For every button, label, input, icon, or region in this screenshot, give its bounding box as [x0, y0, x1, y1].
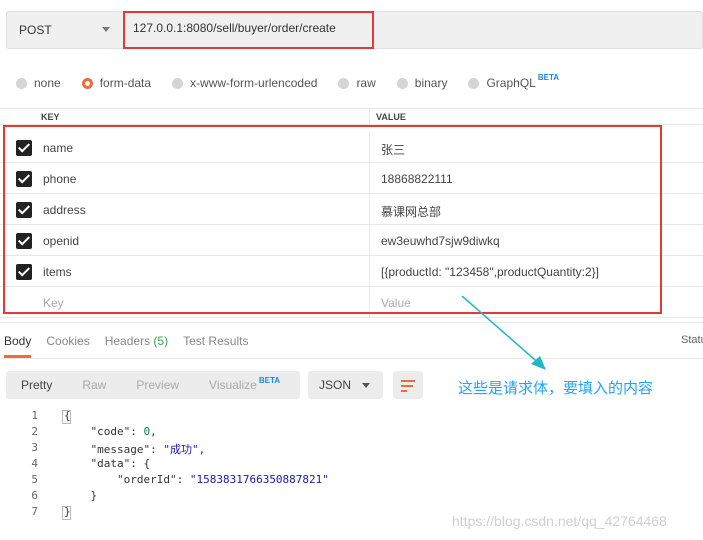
json-key: "code"	[90, 425, 131, 438]
line-number: 2	[31, 425, 38, 438]
line-number: 5	[31, 473, 38, 486]
line-number: 6	[31, 489, 38, 502]
line-number: 1	[31, 409, 38, 422]
json-key: "message"	[90, 443, 151, 456]
annotation-text: 这些是请求体，要填入的内容	[458, 379, 654, 397]
code-text: }	[90, 489, 98, 502]
code-text: "code": 0,	[90, 425, 157, 438]
code-text: "orderId": "1583831766350887821"	[116, 473, 329, 486]
code-line: 3 "message": "成功",	[0, 441, 703, 457]
code-text: "message": "成功",	[90, 443, 206, 456]
line-number: 3	[31, 441, 38, 454]
code-line: 5 "orderId": "1583831766350887821"	[0, 473, 703, 489]
code-line: 6 }	[0, 489, 703, 505]
json-key: "orderId"	[116, 473, 177, 486]
line-number: 4	[31, 457, 38, 470]
line-number: 7	[31, 505, 38, 518]
code-text: {	[64, 409, 71, 422]
response-code: 1{ 2 "code": 0, 3 "message": "成功", 4 "da…	[0, 409, 703, 521]
json-value: 0	[143, 425, 151, 438]
watermark-text: https://blog.csdn.net/qq_42764468	[452, 513, 667, 529]
code-line: 1{	[0, 409, 703, 425]
json-key: "data"	[90, 457, 131, 470]
code-line: 4 "data": {	[0, 457, 703, 473]
code-text: }	[64, 505, 71, 518]
code-line: 2 "code": 0,	[0, 425, 703, 441]
json-value: "成功"	[163, 443, 199, 456]
json-value: "1583831766350887821"	[189, 473, 329, 486]
code-text: "data": {	[90, 457, 151, 470]
